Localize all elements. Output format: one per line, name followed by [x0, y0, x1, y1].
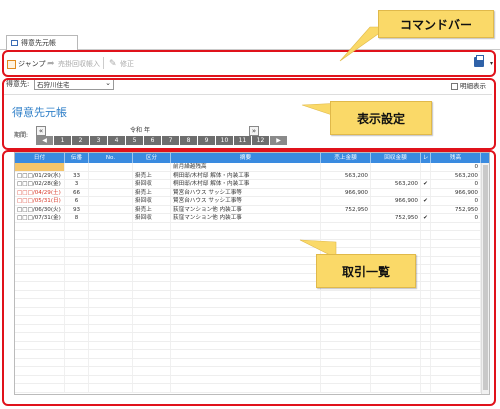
- ledger-icon: [11, 40, 18, 46]
- transactions-callout: 取引一覧: [316, 254, 416, 288]
- transactions-frame: [2, 150, 496, 406]
- tab-customer-ledger[interactable]: 得意先元帳: [6, 35, 78, 50]
- tab-label: 得意先元帳: [21, 39, 56, 47]
- command-bar-callout: コマンドバー: [378, 10, 494, 38]
- display-settings-callout: 表示設定: [330, 101, 432, 135]
- app-window: 得意先元帳 ジャンプ ➦売掛回収帳入 ✎修正 ▾ 得意先: 石狩川住宅 明細表示…: [0, 0, 500, 409]
- command-bar-frame: [2, 50, 496, 77]
